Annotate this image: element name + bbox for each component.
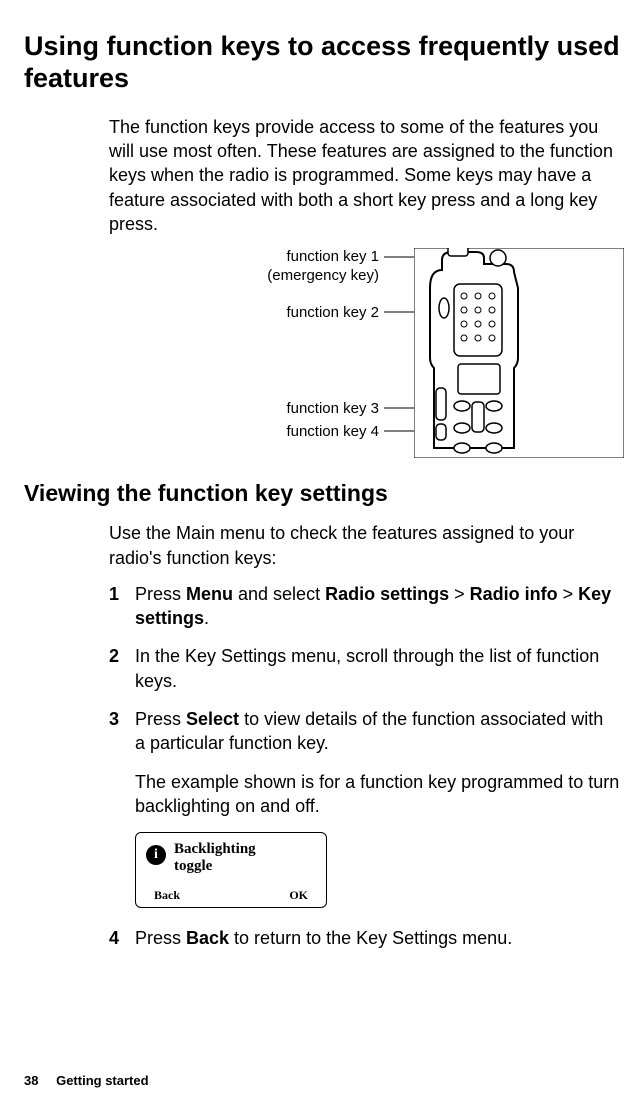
use-text: Use the Main menu to check the features … [109, 521, 620, 570]
screen-ok-label: OK [289, 888, 308, 903]
radio-screen-example: i Backlighting toggle Back OK [135, 832, 327, 908]
intro-paragraph: The function keys provide access to some… [109, 115, 620, 236]
radio-device-illustration [414, 248, 624, 458]
screen-back-label: Back [154, 888, 180, 903]
screen-message: Backlighting toggle [174, 841, 256, 876]
step-4: 4 Press Back to return to the Key Settin… [109, 926, 620, 950]
step-3: 3 Press Select to view details of the fu… [109, 707, 620, 756]
step-3-example: The example shown is for a function key … [135, 770, 620, 819]
page-footer: 38 Getting started [24, 1073, 149, 1088]
step-1: 1 Press Menu and select Radio settings >… [109, 582, 620, 631]
page-number: 38 [24, 1073, 38, 1088]
step-2: 2In the Key Settings menu, scroll throug… [109, 644, 620, 693]
page-title: Using function keys to access frequently… [24, 30, 620, 95]
info-icon: i [146, 845, 166, 865]
section-title: Getting started [56, 1073, 148, 1088]
radio-diagram: function key 1 (emergency key) function … [109, 248, 620, 458]
subheading: Viewing the function key settings [24, 480, 620, 507]
